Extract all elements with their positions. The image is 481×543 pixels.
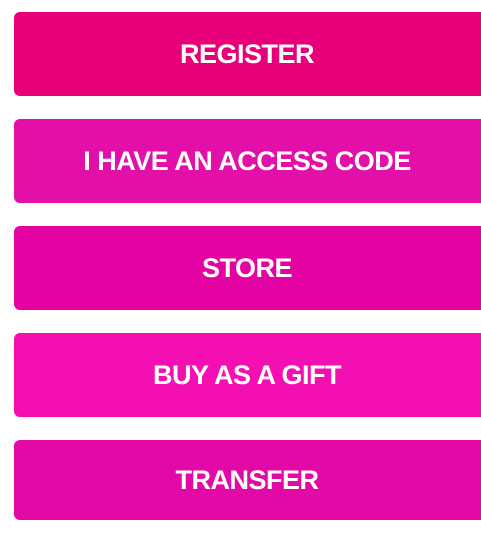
access-code-button[interactable]: I HAVE AN ACCESS CODE <box>14 119 481 203</box>
action-menu: REGISTER I HAVE AN ACCESS CODE STORE BUY… <box>14 12 481 543</box>
buy-as-gift-button[interactable]: BUY AS A GIFT <box>14 333 481 417</box>
transfer-button[interactable]: TRANSFER <box>14 440 481 520</box>
register-button[interactable]: REGISTER <box>14 12 481 96</box>
store-button[interactable]: STORE <box>14 226 481 310</box>
